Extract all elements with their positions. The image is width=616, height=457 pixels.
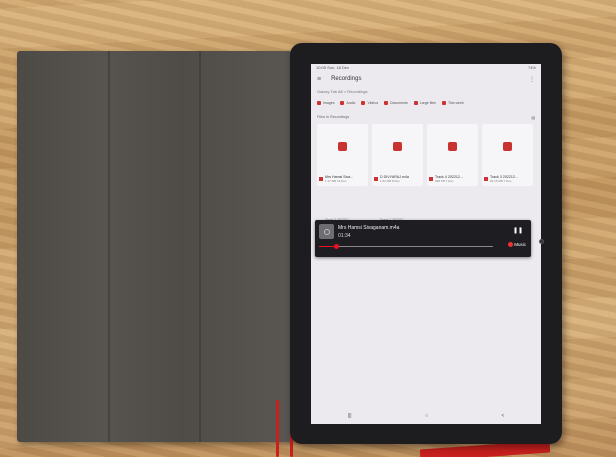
view-toggle-icon[interactable]: ▤ [531,115,535,120]
chip-this-week[interactable]: This week [441,101,464,105]
audio-file-icon [448,141,457,151]
file-size: 1.62 MB 8 Dec [380,179,400,183]
disc-icon [323,228,330,235]
file-size: 938 KB 7 Dec [435,179,454,183]
audio-icon [319,177,323,181]
home-icon[interactable]: ○ [425,413,428,419]
music-mini-player[interactable]: Mrs Hamsi Sivaganam.m4a 01:34 ❚❚ Music [315,220,531,257]
cover-fold [199,51,201,442]
clock-icon [441,101,446,105]
app-bar: ≡ Recordings ⋮ [311,72,541,86]
file-card[interactable]: D DIVYARAJ.m4a 1.62 MB 8 Dec [372,124,423,186]
more-options-icon[interactable]: ⋮ [529,76,535,83]
menu-icon[interactable]: ≡ [317,76,321,83]
audio-file-icon [503,141,512,151]
file-size: 26.15 MB 7 Dec [490,179,512,183]
track-title: Mrs Hamsi Sivaganam.m4a [338,225,400,231]
status-bar: 10:05 Sun, 18 Dec 74% [311,64,541,72]
music-app-brand: Music [508,242,526,247]
audio-icon [429,177,433,181]
chip-large-files[interactable]: Large files [413,101,436,105]
recent-apps-icon[interactable]: ||| [348,413,352,419]
chip-videos[interactable]: Videos [361,101,378,105]
seek-handle[interactable] [334,244,340,249]
red-cable [276,400,279,457]
page-title: Recordings [331,76,362,82]
chip-documents[interactable]: Documents [384,101,408,105]
cover-fold [108,51,110,442]
file-card[interactable]: Track 3 202212... 26.15 MB 7 Dec [482,124,533,186]
image-icon [317,101,321,105]
category-chips: Images Audio Videos Documents Large file… [311,97,541,109]
chip-audio[interactable]: Audio [340,101,355,105]
tablet-cover-flap [17,51,292,442]
document-icon [384,101,389,105]
file-size: 1.17 MB 18 Dec [325,179,347,183]
status-time: 10:05 Sun, 18 Dec [316,65,350,70]
audio-file-icon [393,141,402,151]
pause-icon[interactable]: ❚❚ [513,227,523,234]
video-icon [361,101,366,105]
file-grid: Mrs Hamsi Siva... 1.17 MB 18 Dec D DIVYAR… [311,122,541,188]
audio-icon [374,177,378,181]
file-card[interactable]: Track 4 202212... 938 KB 7 Dec [427,124,478,186]
section-header: Files in Recordings ▤ [311,109,541,122]
audio-icon [484,177,488,181]
chip-images[interactable]: Images [317,101,334,105]
audio-file-icon [338,141,347,151]
system-nav-bar: ||| ○ < [311,410,541,422]
breadcrumb[interactable]: Galaxy Tab A8 > Recordings [311,86,541,97]
front-camera [539,239,544,244]
album-art [319,224,334,239]
audio-icon [340,101,345,105]
music-icon [508,242,514,247]
file-card[interactable]: Mrs Hamsi Siva... 1.17 MB 18 Dec [317,124,368,186]
battery-level: 74% [527,65,536,70]
back-icon[interactable]: < [501,413,504,419]
tag-icon [413,101,418,105]
seek-bar[interactable] [319,246,493,247]
elapsed-time: 01:34 [338,233,351,239]
section-title: Files in Recordings [317,115,350,119]
